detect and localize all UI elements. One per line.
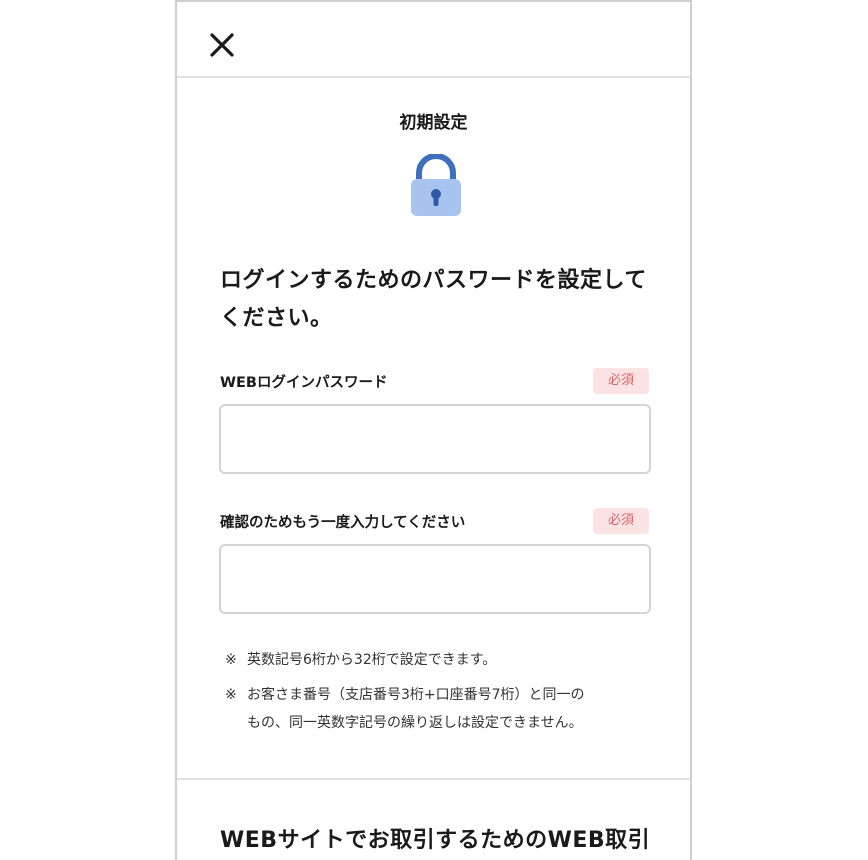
password-label: WEBログインパスワード [220,375,388,391]
heading-line-1: ログインするためのパスワードを設定して [220,268,647,293]
note-mark: ※ [225,687,237,703]
confirm-password-label: 確認のためもう一度入力してください [220,515,466,531]
next-section-heading: WEBサイトでお取引するためのWEB取引 [220,828,651,853]
heading-line-2: ください。 [220,306,333,331]
confirm-password-input[interactable] [219,544,651,614]
required-badge: 必須 [593,508,649,534]
required-badge: 必須 [593,368,649,394]
lock-icon [406,153,466,218]
section-divider [177,778,690,780]
close-button[interactable] [205,28,239,62]
top-bar [177,2,690,78]
close-icon [210,33,234,57]
note-length: ※ 英数記号6桁から32桁で設定できます。 [225,646,655,674]
note-text: 英数記号6桁から32桁で設定できます。 [247,652,497,668]
note-restriction: ※ お客さま番号（支店番号3桁+口座番号7桁）と同一の もの、同一英数字記号の繰り… [225,681,655,737]
screen-frame: 初期設定 ログインするためのパスワードを設定して ください。 WEBログインパス… [175,0,692,860]
note-text: お客さま番号（支店番号3桁+口座番号7桁）と同一の [247,687,585,703]
page-title: 初期設定 [399,113,468,133]
note-text: もの、同一英数字記号の繰り返しは設定できません。 [247,715,583,731]
note-mark: ※ [225,652,237,668]
instruction-heading: ログインするためのパスワードを設定して ください。 [220,262,660,338]
password-input[interactable] [219,404,651,474]
